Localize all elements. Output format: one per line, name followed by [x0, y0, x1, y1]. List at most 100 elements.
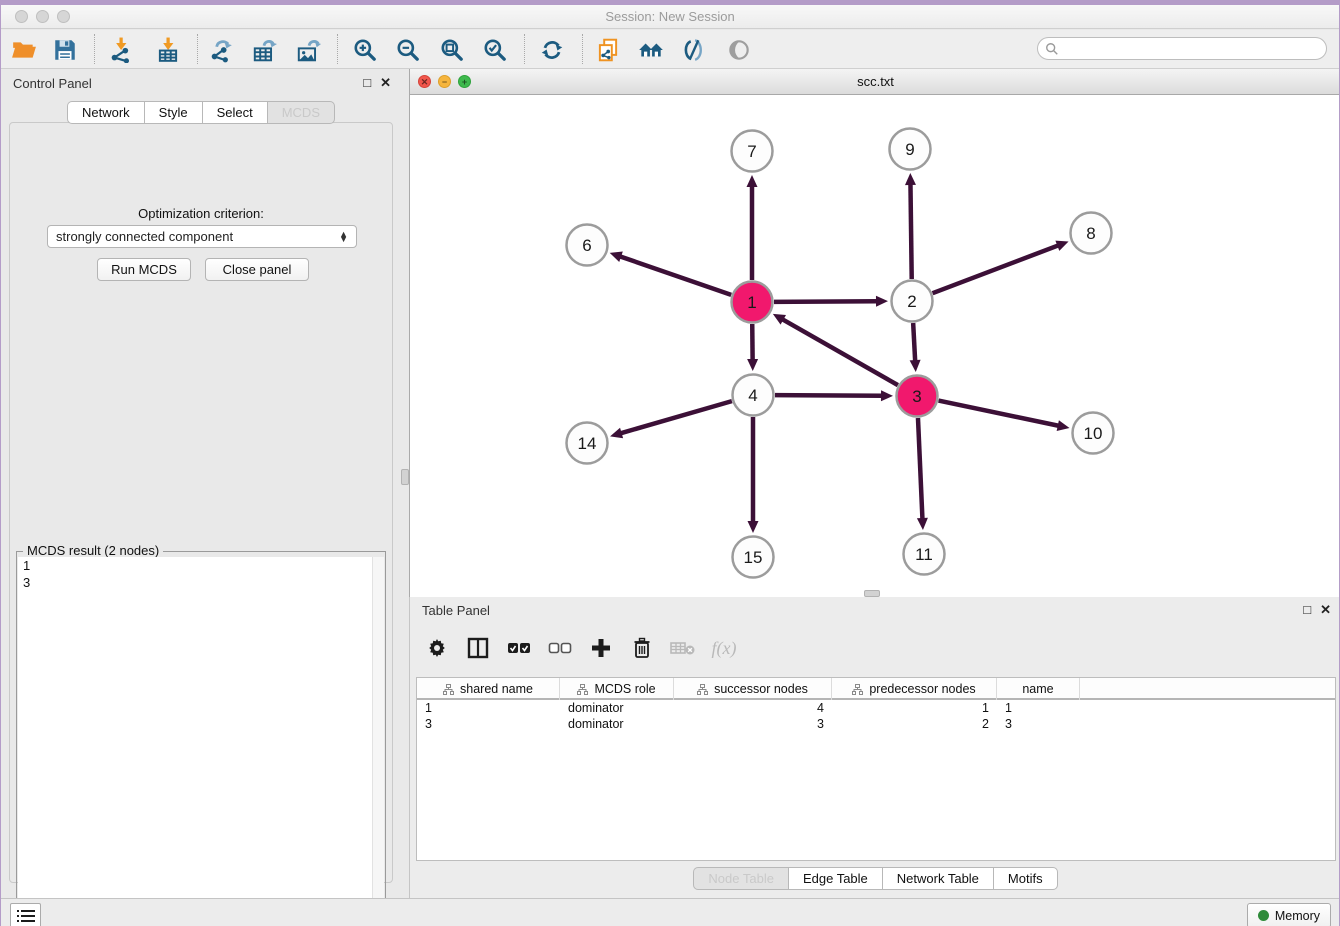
- zoom-out-icon[interactable]: [393, 35, 423, 65]
- column-header-predecessor-nodes[interactable]: predecessor nodes: [832, 678, 997, 700]
- main-toolbar: [1, 30, 1339, 69]
- graph-edge[interactable]: [913, 323, 915, 362]
- tab-network-table[interactable]: Network Table: [882, 867, 993, 890]
- import-network-icon[interactable]: [106, 35, 136, 65]
- table-cell[interactable]: 1: [832, 700, 997, 716]
- result-line: 1: [18, 557, 384, 574]
- run-mcds-button[interactable]: Run MCDS: [97, 258, 191, 281]
- graph-edge[interactable]: [619, 256, 731, 295]
- column-header-successor-nodes[interactable]: successor nodes: [674, 678, 832, 700]
- zoom-fit-icon[interactable]: [437, 35, 467, 65]
- tab-node-table[interactable]: Node Table: [693, 867, 788, 890]
- table-cell[interactable]: 4: [674, 700, 832, 716]
- clone-network-icon[interactable]: [593, 35, 623, 65]
- refresh-icon[interactable]: [537, 35, 567, 65]
- application-window: Session: New Session: [0, 0, 1340, 926]
- task-list-button[interactable]: [10, 903, 41, 926]
- toolbar-separator: [337, 34, 338, 64]
- style-details-icon[interactable]: [679, 35, 709, 65]
- table-cell[interactable]: dominator: [560, 700, 674, 716]
- column-header-MCDS-role[interactable]: MCDS role: [560, 678, 674, 700]
- table-cell[interactable]: 1: [997, 700, 1080, 716]
- add-column-icon[interactable]: [588, 635, 614, 661]
- table-cell[interactable]: dominator: [560, 716, 674, 732]
- mcds-result-text[interactable]: 13: [18, 557, 384, 926]
- table-tabs: Node TableEdge TableNetwork TableMotifs: [410, 867, 1340, 890]
- result-scrollbar[interactable]: [372, 557, 384, 926]
- graph-edge[interactable]: [918, 418, 923, 520]
- control-panel-header: Control Panel □ ✕: [1, 69, 401, 99]
- table-row[interactable]: 1dominator411: [417, 700, 1335, 716]
- node-label: 2: [907, 292, 916, 311]
- column-hierarchy-icon: [852, 684, 863, 695]
- float-panel-icon[interactable]: □: [363, 75, 371, 90]
- table-cell[interactable]: 2: [832, 716, 997, 732]
- table-panel-title: Table Panel: [422, 603, 490, 618]
- vertical-splitter[interactable]: [401, 69, 409, 898]
- graph-edge[interactable]: [782, 319, 898, 385]
- table-cell[interactable]: 1: [417, 700, 560, 716]
- table-cell[interactable]: 3: [417, 716, 560, 732]
- graph-edge[interactable]: [774, 301, 878, 302]
- open-folder-icon[interactable]: [9, 35, 39, 65]
- export-network-icon[interactable]: [206, 35, 236, 65]
- column-header-name[interactable]: name: [997, 678, 1080, 700]
- close-panel-button[interactable]: Close panel: [205, 258, 309, 281]
- network-canvas[interactable]: 1234678910111415: [410, 95, 1340, 597]
- close-table-panel-icon[interactable]: ✕: [1320, 602, 1331, 617]
- graph-edge[interactable]: [910, 183, 911, 279]
- delete-column-icon[interactable]: [629, 635, 655, 661]
- tab-edge-table[interactable]: Edge Table: [788, 867, 882, 890]
- node-label: 14: [578, 434, 597, 453]
- first-neighbors-icon[interactable]: [636, 35, 666, 65]
- table-cell[interactable]: 3: [674, 716, 832, 732]
- mcds-result-title: MCDS result (2 nodes): [23, 543, 163, 558]
- export-table-icon[interactable]: [249, 35, 279, 65]
- column-header-label: MCDS role: [594, 682, 655, 696]
- column-header-label: name: [1022, 682, 1053, 696]
- gear-icon[interactable]: [424, 635, 450, 661]
- function-builder-icon: f(x): [711, 635, 737, 661]
- edge-arrowhead: [917, 518, 928, 530]
- deselect-all-checkboxes-icon[interactable]: [547, 635, 573, 661]
- criterion-dropdown[interactable]: strongly connected component ▲▼: [47, 225, 357, 248]
- save-icon[interactable]: [50, 35, 80, 65]
- memory-button[interactable]: Memory: [1247, 903, 1331, 926]
- close-panel-icon[interactable]: ✕: [380, 75, 391, 90]
- optimization-criterion-label: Optimization criterion:: [10, 206, 392, 221]
- tab-mcds[interactable]: MCDS: [267, 101, 335, 124]
- graph-edge[interactable]: [933, 245, 1060, 293]
- tab-style[interactable]: Style: [144, 101, 202, 124]
- toolbar-separator: [94, 34, 95, 64]
- table-cell[interactable]: 3: [997, 716, 1080, 732]
- graph-edge[interactable]: [939, 401, 1060, 426]
- network-window-titlebar[interactable]: ✕ − + scc.txt: [410, 69, 1340, 95]
- graph-edge[interactable]: [775, 395, 883, 396]
- table-row[interactable]: 3dominator323: [417, 716, 1335, 732]
- zoom-selected-icon[interactable]: [480, 35, 510, 65]
- column-hierarchy-icon: [697, 684, 708, 695]
- network-graph[interactable]: 1234678910111415: [410, 95, 1340, 597]
- export-image-icon[interactable]: [293, 35, 323, 65]
- float-table-panel-icon[interactable]: □: [1303, 602, 1311, 617]
- chevron-up-down-icon: ▲▼: [339, 232, 348, 242]
- column-header-label: successor nodes: [714, 682, 808, 696]
- table-toolbar: f(x): [424, 631, 737, 665]
- search-input[interactable]: [1059, 41, 1326, 57]
- show-columns-icon[interactable]: [465, 635, 491, 661]
- list-icon: [17, 909, 35, 923]
- column-header-shared-name[interactable]: shared name: [417, 678, 560, 700]
- zoom-in-icon[interactable]: [350, 35, 380, 65]
- graph-edge[interactable]: [620, 401, 732, 433]
- splitter-grip[interactable]: [401, 469, 409, 485]
- session-title: Session: New Session: [1, 9, 1339, 24]
- table-panel: Table Panel □ ✕: [409, 597, 1340, 898]
- import-table-icon[interactable]: [153, 35, 183, 65]
- tab-select[interactable]: Select: [202, 101, 267, 124]
- edge-arrowhead: [748, 521, 759, 533]
- tab-network[interactable]: Network: [67, 101, 144, 124]
- tab-motifs[interactable]: Motifs: [993, 867, 1058, 890]
- select-all-checkboxes-icon[interactable]: [506, 635, 532, 661]
- horizontal-splitter-grip[interactable]: [864, 590, 880, 597]
- node-table[interactable]: shared name MCDS role successor nodes prede…: [416, 677, 1336, 861]
